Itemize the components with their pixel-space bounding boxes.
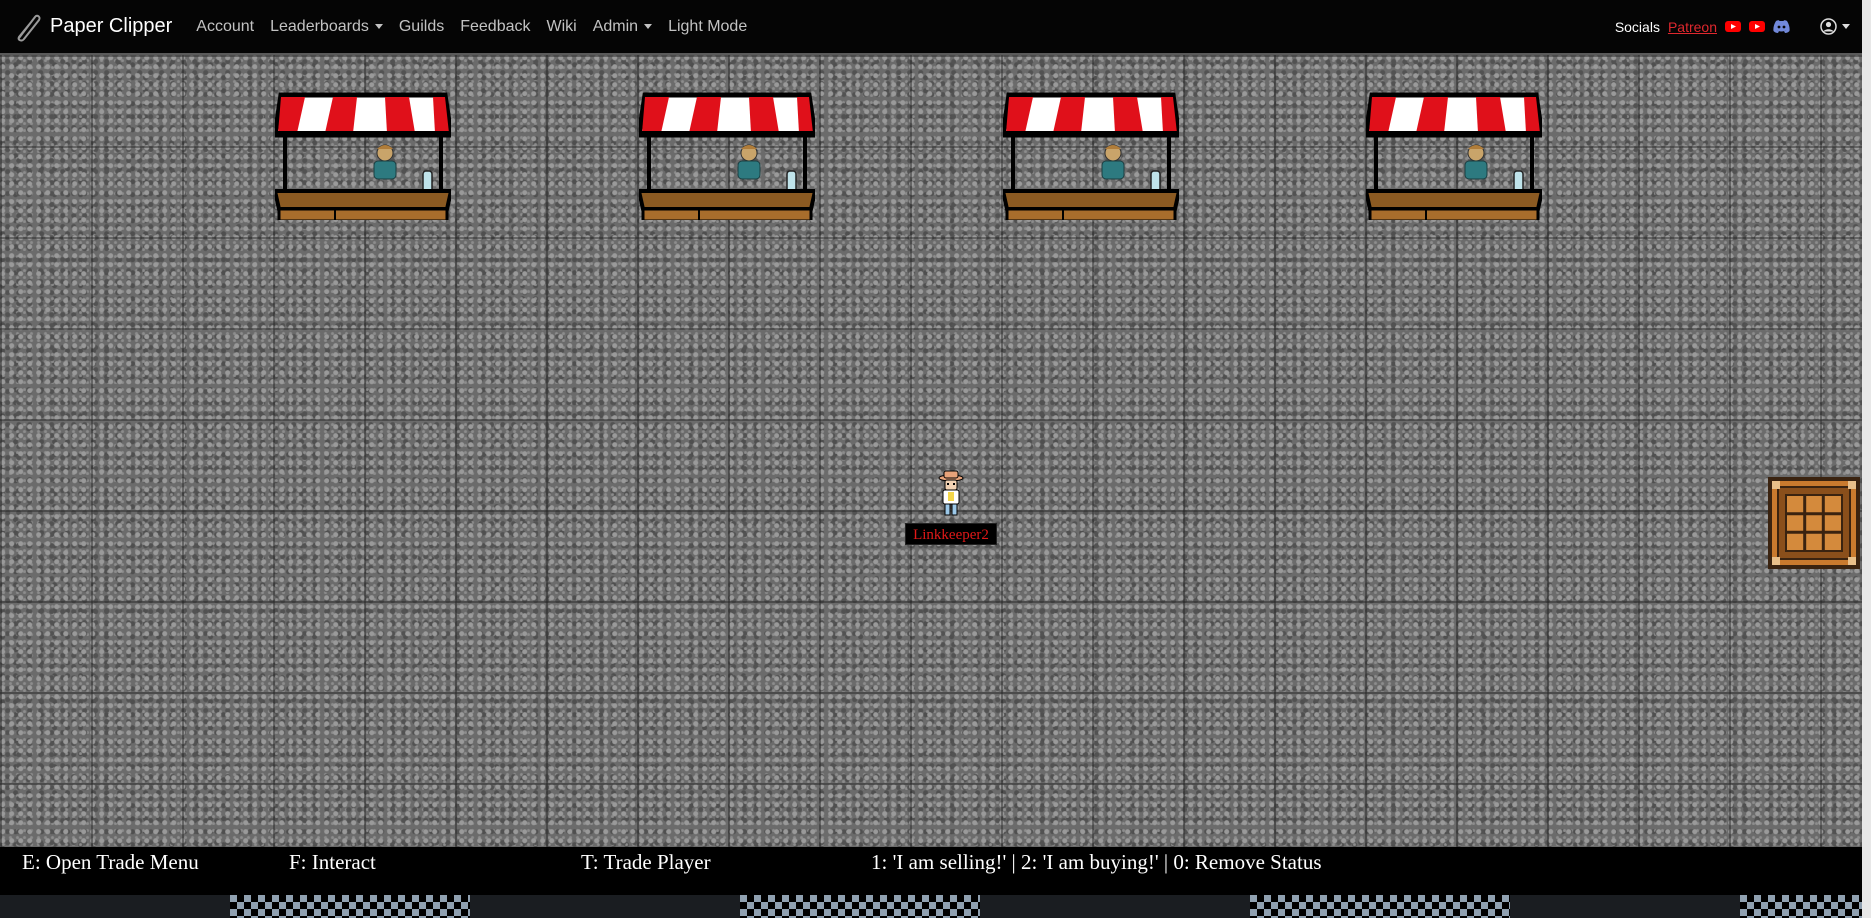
game-canvas[interactable]: Linkkeeper2 <box>0 55 1862 847</box>
player-name-tag: Linkkeeper2 <box>905 523 997 545</box>
user-menu-dropdown[interactable] <box>1820 18 1850 35</box>
nav-feedback[interactable]: Feedback <box>460 18 530 36</box>
player-sprite <box>938 470 964 516</box>
user-circle-icon <box>1820 18 1837 35</box>
brand-link[interactable]: Paper Clipper <box>10 11 172 43</box>
nav-light-mode-toggle[interactable]: Light Mode <box>668 18 747 36</box>
crafting-table[interactable] <box>1768 477 1860 569</box>
discord-icon[interactable] <box>1773 20 1790 33</box>
player-character[interactable]: Linkkeeper2 <box>905 470 997 550</box>
nav-right: Socials Patreon <box>1615 0 1850 53</box>
nav-links: Account Leaderboards Guilds Feedback Wik… <box>196 18 763 36</box>
brand-title: Paper Clipper <box>50 15 173 37</box>
nav-leaderboards-dropdown[interactable]: Leaderboards <box>270 18 383 36</box>
checker-pattern <box>1250 895 1510 918</box>
nav-account[interactable]: Account <box>196 18 254 36</box>
checker-pattern <box>740 895 980 918</box>
patreon-link[interactable]: Patreon <box>1668 19 1717 35</box>
hotkey-trade-player: T: Trade Player <box>581 850 711 874</box>
nav-admin-dropdown[interactable]: Admin <box>592 17 653 36</box>
checker-pattern <box>230 895 470 918</box>
nav-wiki-label: Wiki <box>546 17 577 35</box>
youtube-icon[interactable] <box>1749 21 1765 32</box>
hotkey-interact: F: Interact <box>289 850 376 874</box>
paperclip-icon <box>17 14 41 41</box>
hotkey-bar: E: Open Trade Menu F: Interact T: Trade … <box>0 847 1862 895</box>
hotkey-open-trade: E: Open Trade Menu <box>22 850 199 874</box>
nav-account-label: Account <box>196 17 255 35</box>
socials-label: Socials <box>1614 18 1660 35</box>
nav-light-mode-label: Light Mode <box>668 17 748 35</box>
nav-guilds-label: Guilds <box>398 17 445 35</box>
nav-wiki[interactable]: Wiki <box>546 18 576 36</box>
page-scrollbar[interactable] <box>1862 0 1871 918</box>
youtube-icon[interactable] <box>1725 21 1741 32</box>
nav-admin-label: Admin <box>592 17 639 35</box>
nav-guilds[interactable]: Guilds <box>399 18 444 36</box>
bottom-pattern-strip <box>0 895 1862 918</box>
nav-leaderboards-label: Leaderboards <box>270 17 369 35</box>
top-navbar: Paper Clipper Account Leaderboards Guild… <box>0 0 1862 55</box>
market-stall[interactable] <box>639 85 815 220</box>
market-stall[interactable] <box>1003 85 1179 220</box>
market-stall[interactable] <box>1366 85 1542 220</box>
checker-pattern <box>1740 895 1862 918</box>
caret-down-icon <box>644 24 653 29</box>
market-stall[interactable] <box>275 85 451 220</box>
caret-down-icon <box>1842 24 1850 29</box>
hotkey-status: 1: 'I am selling!' | 2: 'I am buying!' |… <box>871 850 1322 874</box>
caret-down-icon <box>374 24 383 29</box>
nav-feedback-label: Feedback <box>460 17 531 35</box>
